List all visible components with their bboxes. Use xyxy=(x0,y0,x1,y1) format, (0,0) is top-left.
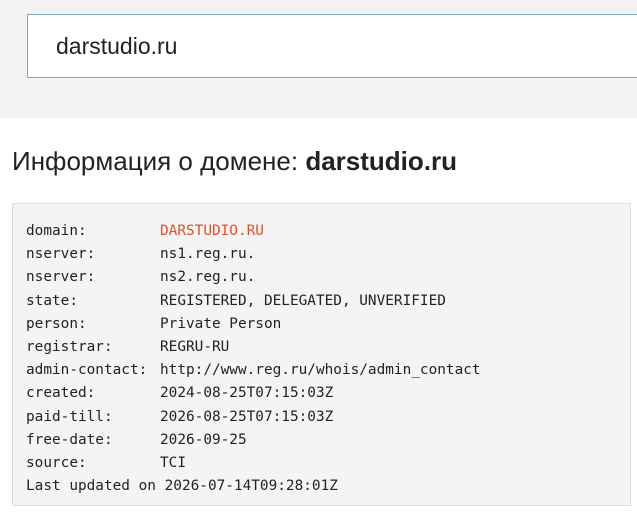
whois-key: admin-contact: xyxy=(26,362,148,379)
whois-value: ns1.reg.ru. xyxy=(160,246,256,263)
whois-value: 2026-08-25T07:15:03Z xyxy=(160,408,334,425)
whois-key: registrar: xyxy=(26,338,113,355)
whois-value: 2024-08-25T07:15:03Z xyxy=(160,385,334,402)
whois-value: REGRU-RU xyxy=(160,338,230,355)
last-updated-text: Last updated on 2026-07-14T09:28:01Z xyxy=(26,478,338,495)
whois-row-nserver: nserver: ns1.reg.ru. xyxy=(26,243,630,266)
whois-value-domain: DARSTUDIO.RU xyxy=(160,223,264,239)
whois-row-person: person: Private Person xyxy=(26,313,630,336)
whois-record: domain: DARSTUDIO.RU nserver: ns1.reg.ru… xyxy=(12,203,631,506)
whois-value: 2026-09-25 xyxy=(160,431,247,448)
whois-key: free-date: xyxy=(26,431,113,448)
page-title-prefix: Информация о домене: xyxy=(12,146,306,176)
whois-row-admin-contact: admin-contact: http://www.reg.ru/whois/a… xyxy=(26,359,630,382)
whois-row-free-date: free-date: 2026-09-25 xyxy=(26,429,630,452)
whois-key: source: xyxy=(26,454,87,471)
search-band xyxy=(0,0,637,118)
whois-row-nserver: nserver: ns2.reg.ru. xyxy=(26,266,630,289)
whois-value: TCI xyxy=(160,454,186,471)
whois-row-state: state: REGISTERED, DELEGATED, UNVERIFIED xyxy=(26,290,630,313)
whois-row-registrar: registrar: REGRU-RU xyxy=(26,336,630,359)
whois-row-domain: domain: DARSTUDIO.RU xyxy=(26,220,630,243)
whois-key: nserver: xyxy=(26,246,96,263)
whois-key: nserver: xyxy=(26,269,96,286)
whois-value: REGISTERED, DELEGATED, UNVERIFIED xyxy=(160,292,446,309)
whois-key: domain: xyxy=(26,223,87,239)
whois-row-created: created: 2024-08-25T07:15:03Z xyxy=(26,382,630,405)
whois-value: ns2.reg.ru. xyxy=(160,269,256,286)
whois-key: paid-till: xyxy=(26,408,113,425)
whois-row-paid-till: paid-till: 2026-08-25T07:15:03Z xyxy=(26,406,630,429)
page-title-domain: darstudio.ru xyxy=(305,146,457,176)
whois-key: state: xyxy=(26,292,78,309)
domain-search-input[interactable] xyxy=(27,14,637,78)
page-title: Информация о домене: darstudio.ru xyxy=(12,146,457,177)
whois-key: person: xyxy=(26,315,87,332)
whois-key: created: xyxy=(26,385,96,402)
whois-row-source: source: TCI xyxy=(26,452,630,475)
whois-value: Private Person xyxy=(160,315,282,332)
whois-value: http://www.reg.ru/whois/admin_contact xyxy=(160,362,481,379)
